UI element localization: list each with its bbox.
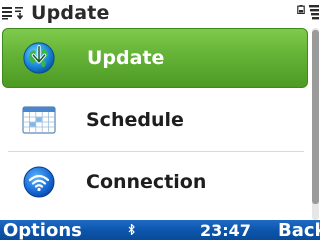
menu-item-label: Schedule: [86, 109, 184, 131]
signal-strength-icon: [309, 5, 319, 20]
options-menu-icon[interactable]: [1, 6, 13, 20]
menu-item-schedule[interactable]: Schedule: [0, 89, 312, 151]
softkey-bar: Options 23:47 Back: [0, 220, 320, 241]
page-title: Update: [31, 2, 110, 24]
menu-list: Update Schedule Connection: [0, 27, 312, 220]
wifi-icon: [23, 166, 55, 198]
divider: [8, 151, 304, 152]
menu-item-update[interactable]: Update: [2, 28, 308, 88]
scrollbar[interactable]: [312, 28, 319, 220]
clock-time: 23:47: [200, 221, 251, 240]
options-softkey[interactable]: Options: [3, 220, 82, 241]
menu-item-label: Update: [87, 47, 165, 69]
update-globe-icon: [23, 42, 55, 74]
calendar-icon: [22, 106, 56, 134]
bluetooth-icon: [128, 224, 135, 235]
battery-icon: [297, 5, 305, 14]
back-softkey[interactable]: Back: [278, 220, 320, 241]
sort-icon: [15, 7, 24, 20]
menu-item-label: Connection: [86, 171, 207, 193]
menu-item-connection[interactable]: Connection: [0, 151, 312, 213]
scrollbar-thumb[interactable]: [312, 30, 319, 204]
title-bar: Update: [0, 0, 320, 27]
